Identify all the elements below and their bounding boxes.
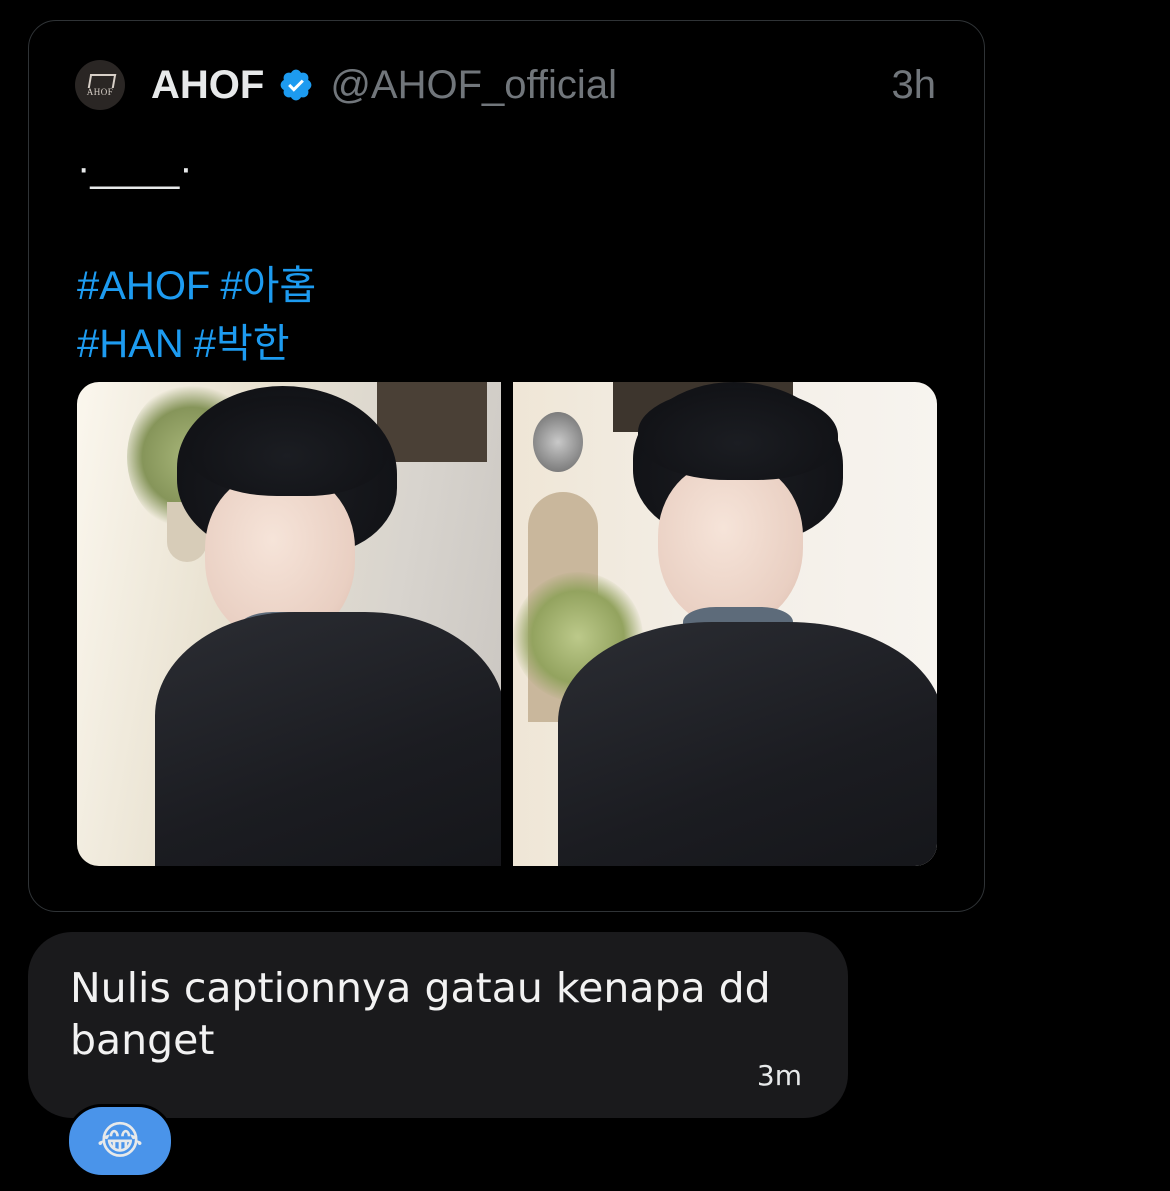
tweet-text: ·____· xyxy=(77,146,193,190)
hashtag-link[interactable]: #박한 xyxy=(194,322,290,366)
photo-1[interactable] xyxy=(77,382,501,866)
message-bubble[interactable]: Nulis captionnya gatau kenapa dd banget … xyxy=(28,932,848,1118)
hashtag-block: #AHOF #아홉 #HAN #박한 xyxy=(77,257,326,373)
user-handle[interactable]: @AHOF_official xyxy=(330,63,617,108)
media-grid xyxy=(77,382,937,866)
hashtag-line: #AHOF #아홉 xyxy=(77,257,326,315)
display-name[interactable]: AHOF xyxy=(151,63,264,108)
hashtag-link[interactable]: #AHOF xyxy=(77,264,210,308)
avatar-logo-text: AHOF xyxy=(86,86,114,97)
hashtag-link[interactable]: #HAN xyxy=(77,322,184,366)
reaction-badge[interactable]: 😂 xyxy=(66,1104,174,1178)
laughing-tears-emoji-icon: 😂 xyxy=(96,1119,144,1163)
quoted-tweet-card[interactable]: AHOF AHOF @AHOF_official 3h ·____· #AHOF… xyxy=(28,20,985,912)
message-timestamp: 3m xyxy=(756,1059,802,1092)
tweet-timestamp[interactable]: 3h xyxy=(892,63,937,108)
hashtag-link[interactable]: #아홉 xyxy=(220,264,316,308)
photo-2[interactable] xyxy=(513,382,937,866)
hashtag-line: #HAN #박한 xyxy=(77,315,326,373)
tweet-header: AHOF AHOF @AHOF_official 3h xyxy=(75,57,936,113)
verified-badge-icon xyxy=(280,69,312,101)
logo-icon xyxy=(89,74,111,86)
avatar[interactable]: AHOF xyxy=(75,60,125,110)
message-text: Nulis captionnya gatau kenapa dd banget xyxy=(70,964,771,1064)
